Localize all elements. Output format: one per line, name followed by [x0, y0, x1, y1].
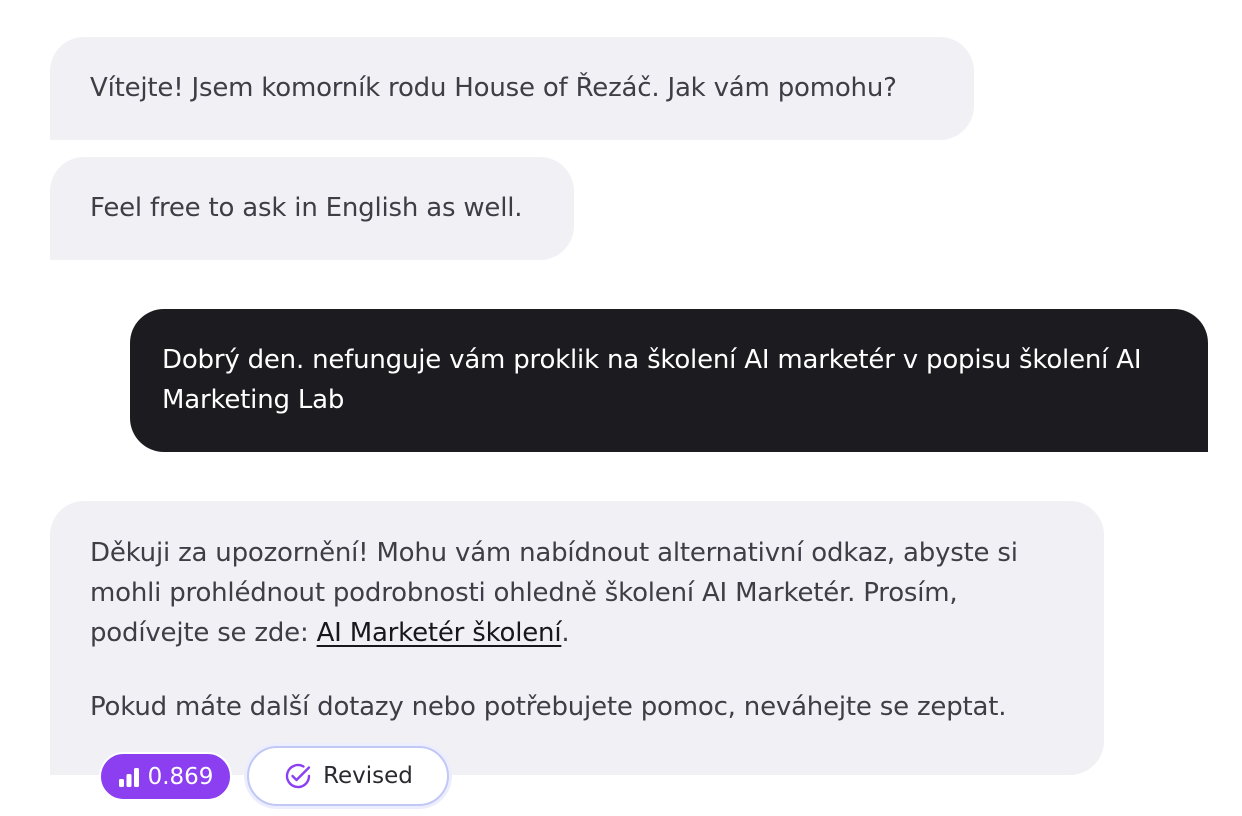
score-value: 0.869: [147, 763, 214, 790]
assistant-message-bubble: Děkuji za upozornění! Mohu vám nabídnout…: [50, 501, 1104, 775]
user-message-bubble: Dobrý den. nefunguje vám proklik na škol…: [130, 309, 1208, 452]
revised-status-button[interactable]: Revised: [247, 746, 449, 806]
assistant-message-bubble: Vítejte! Jsem komorník rodu House of Řez…: [50, 37, 974, 140]
bar-chart-icon: [118, 767, 140, 787]
message-text: Dobrý den. nefunguje vám proklik na škol…: [162, 345, 1142, 415]
assistant-message-bubble: Feel free to ask in English as well.: [50, 157, 574, 260]
check-circle-icon: [283, 761, 313, 791]
message-text: .: [561, 618, 570, 648]
score-badge[interactable]: 0.869: [99, 752, 232, 801]
message-text: Feel free to ask in English as well.: [90, 193, 523, 223]
chat-thread: Vítejte! Jsem komorník rodu House of Řez…: [0, 0, 1242, 816]
message-paragraph: Pokud máte další dotazy nebo potřebujete…: [90, 692, 1007, 722]
status-label: Revised: [323, 763, 413, 789]
message-text: Vítejte! Jsem komorník rodu House of Řez…: [90, 73, 897, 103]
message-paragraph: Děkuji za upozornění! Mohu vám nabídnout…: [90, 533, 1064, 653]
ai-marketer-training-link[interactable]: AI Marketér školení: [317, 618, 562, 648]
